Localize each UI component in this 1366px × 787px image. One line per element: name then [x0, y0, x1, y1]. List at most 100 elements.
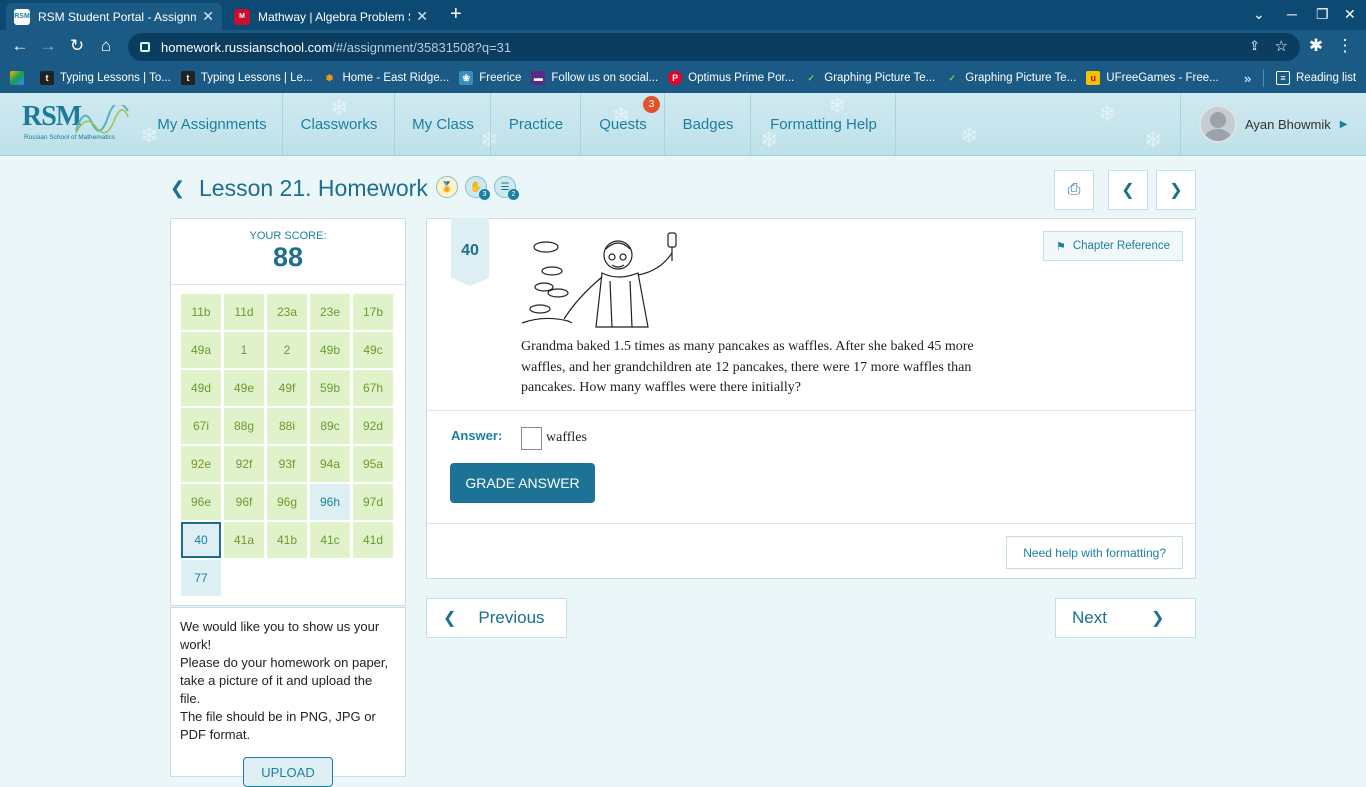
- question-cell[interactable]: 11b: [181, 294, 221, 330]
- logo-text: RSM: [22, 101, 82, 132]
- question-cell[interactable]: 92e: [181, 446, 221, 482]
- nav-formatting-help[interactable]: Formatting Help: [752, 93, 896, 155]
- problem-text: Grandma baked 1.5 times as many pancakes…: [521, 339, 974, 395]
- question-cell[interactable]: 49a: [181, 332, 221, 368]
- question-cell[interactable]: 49d: [181, 370, 221, 406]
- question-cell[interactable]: 96f: [224, 484, 264, 520]
- next-label: Next: [1072, 608, 1107, 627]
- reading-list[interactable]: ≡ Reading list: [1276, 71, 1356, 85]
- question-cell[interactable]: 94a: [310, 446, 350, 482]
- rsm-logo[interactable]: RSM Russian School of Mathematics: [22, 101, 132, 145]
- question-cell[interactable]: 92d: [353, 408, 393, 444]
- question-cell[interactable]: 41d: [353, 522, 393, 558]
- question-cell[interactable]: 41a: [224, 522, 264, 558]
- home-icon[interactable]: ⌂: [96, 36, 116, 56]
- bookmark-graphing-2[interactable]: ✓ Graphing Picture Te...: [945, 71, 1076, 85]
- question-cell[interactable]: 67i: [181, 408, 221, 444]
- tab-rsm-student-portal[interactable]: RSM RSM Student Portal - Assignment ✕: [6, 3, 222, 30]
- bookmark-label: Freerice: [479, 72, 522, 84]
- user-menu[interactable]: Ayan Bhowmik ▶: [1180, 93, 1366, 155]
- question-cell[interactable]: 40: [181, 522, 221, 558]
- question-cell[interactable]: 97d: [353, 484, 393, 520]
- nav-classworks[interactable]: Classworks: [284, 93, 395, 155]
- divider: [171, 284, 405, 285]
- print-button[interactable]: ⎙: [1054, 170, 1094, 210]
- next-question-button[interactable]: ❯: [1156, 170, 1196, 210]
- bookmarks-divider: [1263, 69, 1264, 87]
- close-icon[interactable]: ✕: [202, 8, 214, 25]
- upload-note-2: Please do your homework on paper, take a…: [180, 655, 389, 706]
- restore-icon[interactable]: ❐: [1316, 6, 1329, 23]
- question-cell[interactable]: 96e: [181, 484, 221, 520]
- question-cell[interactable]: 1: [224, 332, 264, 368]
- lesson-header: ❮ Lesson 21. Homework 🏅 ✋ 3 ☰ 2 ⎙ ❮ ❯: [170, 170, 1196, 212]
- bookmark-typing-lessons-2[interactable]: t Typing Lessons | Le...: [180, 71, 312, 85]
- previous-button[interactable]: ❮ Previous: [426, 598, 567, 638]
- next-button[interactable]: Next ❯: [1055, 598, 1196, 638]
- back-icon[interactable]: ←: [10, 36, 30, 56]
- score-label: YOUR SCORE:: [249, 230, 327, 242]
- bookmark-google-drive[interactable]: [10, 71, 30, 85]
- new-tab-icon[interactable]: +: [450, 3, 462, 26]
- question-cell[interactable]: 92f: [224, 446, 264, 482]
- bookmark-follow-social[interactable]: ▬ Follow us on social...: [531, 71, 658, 85]
- question-cell[interactable]: 2: [267, 332, 307, 368]
- question-cell[interactable]: 88i: [267, 408, 307, 444]
- question-cell[interactable]: 41b: [267, 522, 307, 558]
- nav-practice[interactable]: Practice: [492, 93, 581, 155]
- question-cell[interactable]: 59b: [310, 370, 350, 406]
- upload-button[interactable]: UPLOAD: [243, 757, 333, 787]
- bookmark-graphing-1[interactable]: ✓ Graphing Picture Te...: [804, 71, 935, 85]
- bookmark-ufreegames[interactable]: u UFreeGames - Free...: [1086, 71, 1219, 85]
- question-cell[interactable]: 17b: [353, 294, 393, 330]
- question-cell[interactable]: 89c: [310, 408, 350, 444]
- question-cell[interactable]: 96h: [310, 484, 350, 520]
- nav-my-class[interactable]: My Class: [396, 93, 491, 155]
- question-cell[interactable]: 88g: [224, 408, 264, 444]
- share-icon[interactable]: ⇪: [1249, 38, 1260, 54]
- question-cell[interactable]: 96g: [267, 484, 307, 520]
- answer-label: Answer:: [451, 428, 503, 443]
- bookmark-east-ridge[interactable]: ✽ Home - East Ridge...: [322, 71, 450, 85]
- menu-icon[interactable]: ⋮: [1335, 36, 1355, 56]
- grade-answer-button[interactable]: GRADE ANSWER: [450, 463, 595, 503]
- question-cell[interactable]: 77: [181, 560, 221, 596]
- star-icon[interactable]: ☆: [1275, 37, 1288, 55]
- badge-count: 2: [508, 189, 519, 200]
- minimize-icon[interactable]: ─: [1287, 6, 1297, 22]
- bookmark-typing-lessons-1[interactable]: t Typing Lessons | To...: [40, 71, 171, 85]
- tab-mathway[interactable]: M Mathway | Algebra Problem Solver ✕: [226, 3, 436, 30]
- question-cell[interactable]: 49e: [224, 370, 264, 406]
- close-icon[interactable]: ✕: [416, 8, 428, 25]
- question-cell[interactable]: 23a: [267, 294, 307, 330]
- question-cell[interactable]: 49f: [267, 370, 307, 406]
- question-cell[interactable]: 41c: [310, 522, 350, 558]
- bookmark-optimus-prime[interactable]: P Optimus Prime Por...: [668, 71, 794, 85]
- more-bookmarks-icon[interactable]: »: [1244, 71, 1251, 86]
- tab-search-icon[interactable]: ⌄: [1253, 6, 1265, 23]
- bookmark-freerice[interactable]: ❀ Freerice: [459, 71, 521, 85]
- question-cell[interactable]: 49b: [310, 332, 350, 368]
- question-cell[interactable]: 95a: [353, 446, 393, 482]
- nav-quests[interactable]: Quests 3: [582, 93, 665, 155]
- back-chevron-icon[interactable]: ❮: [170, 178, 185, 199]
- question-cell[interactable]: 23e: [310, 294, 350, 330]
- extensions-icon[interactable]: ✱: [1306, 36, 1326, 56]
- prev-question-button[interactable]: ❮: [1108, 170, 1148, 210]
- close-window-icon[interactable]: ✕: [1344, 6, 1356, 23]
- forward-icon[interactable]: →: [38, 36, 58, 56]
- question-cell[interactable]: 49c: [353, 332, 393, 368]
- ufree-icon: u: [1086, 71, 1101, 85]
- formatting-help-button[interactable]: Need help with formatting?: [1006, 536, 1183, 569]
- logo-wave-icon: [75, 105, 129, 134]
- address-bar[interactable]: homework.russianschool.com/#/assignment/…: [128, 33, 1300, 61]
- reload-icon[interactable]: ↻: [67, 36, 87, 56]
- nav-badges[interactable]: Badges: [666, 93, 751, 155]
- chapter-reference-button[interactable]: ⚑ Chapter Reference: [1042, 231, 1183, 261]
- question-cell[interactable]: 67h: [353, 370, 393, 406]
- answer-input[interactable]: [521, 427, 542, 450]
- question-cell[interactable]: 11d: [224, 294, 264, 330]
- question-cell[interactable]: 93f: [267, 446, 307, 482]
- nav-my-assignments[interactable]: My Assignments: [142, 93, 283, 155]
- freerice-icon: ❀: [459, 71, 474, 85]
